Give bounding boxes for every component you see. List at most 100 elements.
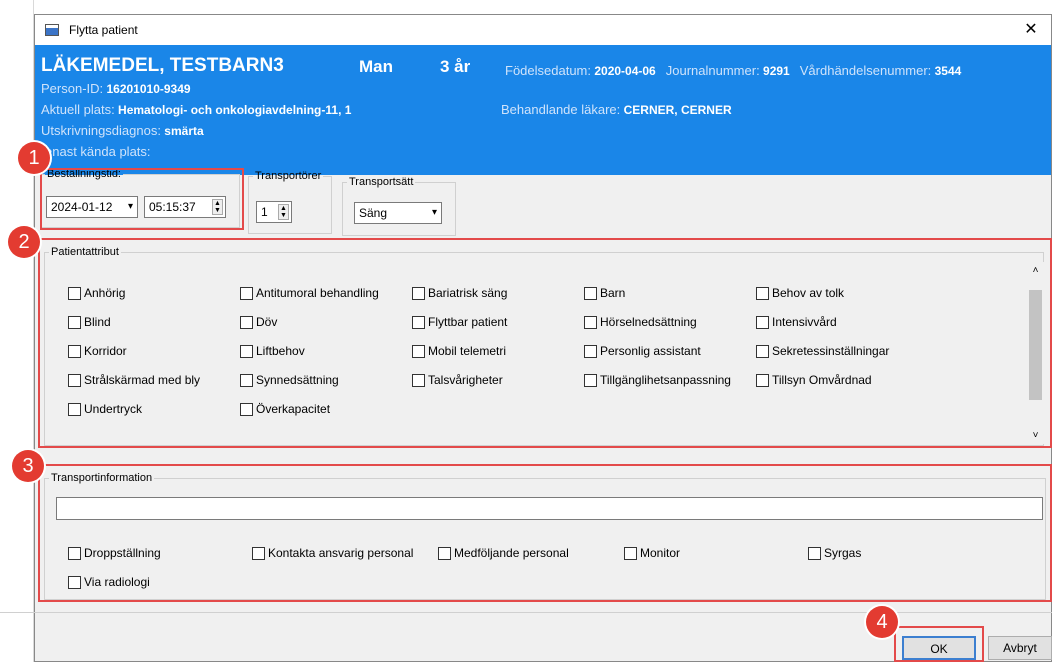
attribute-checkbox[interactable]: Mobil telemetri bbox=[412, 344, 506, 358]
attribute-checkbox[interactable]: Korridor bbox=[68, 344, 127, 358]
attribute-checkbox[interactable]: Blind bbox=[68, 315, 111, 329]
checkbox-box[interactable] bbox=[68, 575, 81, 589]
checkbox-box[interactable] bbox=[240, 344, 253, 358]
attribute-checkbox-label: Bariatrisk säng bbox=[428, 286, 508, 300]
attribute-checkbox[interactable]: Synnedsättning bbox=[240, 373, 339, 387]
checkbox-box[interactable] bbox=[584, 373, 597, 387]
diagnosis-label: Utskrivningsdiagnos: bbox=[41, 123, 161, 138]
attribute-checkbox-label: Antitumoral behandling bbox=[256, 286, 379, 300]
attribute-checkbox[interactable]: Personlig assistant bbox=[584, 344, 701, 358]
order-time-label: Beställningstid: bbox=[47, 168, 121, 180]
step-badge-3: 3 bbox=[12, 450, 44, 482]
ok-button[interactable]: OK bbox=[902, 636, 976, 660]
checkbox-box[interactable] bbox=[68, 315, 81, 329]
checkbox-box[interactable] bbox=[756, 344, 769, 358]
attribute-checkbox-label: Hörselnedsättning bbox=[600, 315, 697, 329]
patient-sex: Man bbox=[359, 57, 393, 76]
attribute-checkbox-label: Tillgänglihetsanpassning bbox=[600, 373, 731, 387]
attribute-checkbox[interactable]: Anhörig bbox=[68, 286, 125, 300]
transport-checkbox[interactable]: Medföljande personal bbox=[438, 546, 569, 560]
attribute-checkbox[interactable]: Talsvårigheter bbox=[412, 373, 503, 387]
location-label: Aktuell plats: bbox=[41, 102, 115, 117]
attribute-checkbox[interactable]: Antitumoral behandling bbox=[240, 286, 379, 300]
transport-checkbox-label: Via radiologi bbox=[84, 575, 150, 589]
attribute-checkbox-label: Korridor bbox=[84, 344, 127, 358]
attribute-checkbox[interactable]: Bariatrisk säng bbox=[412, 286, 507, 300]
checkbox-box[interactable] bbox=[412, 344, 425, 358]
attribute-checkbox[interactable]: Undertryck bbox=[68, 402, 142, 416]
transport-checkbox[interactable]: Monitor bbox=[624, 546, 680, 560]
transport-mode-select[interactable]: Säng ▾ bbox=[354, 202, 442, 224]
transport-checkbox-label: Medföljande personal bbox=[454, 546, 569, 560]
checkbox-box[interactable] bbox=[756, 315, 769, 329]
attribute-checkbox[interactable]: Liftbehov bbox=[240, 344, 305, 358]
pid-row: Person-ID: 16201010-9349 bbox=[41, 81, 191, 96]
attributes-scrollbar[interactable]: ˄ ˅ bbox=[1027, 262, 1044, 444]
birth-value: 2020-04-06 bbox=[594, 64, 656, 78]
checkbox-box[interactable] bbox=[68, 373, 81, 387]
attribute-checkbox[interactable]: Behov av tolk bbox=[756, 286, 844, 300]
chevron-down-icon[interactable]: ▾ bbox=[432, 203, 437, 223]
step-badge-2: 2 bbox=[8, 226, 40, 258]
attribute-checkbox-label: Undertryck bbox=[84, 402, 143, 416]
checkbox-box[interactable] bbox=[624, 546, 637, 560]
doctor-row: Behandlande läkare: CERNER, CERNER bbox=[501, 102, 732, 117]
checkbox-box[interactable] bbox=[756, 286, 769, 300]
scroll-thumb[interactable] bbox=[1029, 290, 1042, 400]
checkbox-box[interactable] bbox=[412, 286, 425, 300]
transport-info-label: Transportinformation bbox=[51, 472, 153, 484]
attribute-checkbox-label: Blind bbox=[84, 315, 111, 329]
checkbox-box[interactable] bbox=[756, 373, 769, 387]
checkbox-box[interactable] bbox=[240, 286, 253, 300]
transport-checkbox[interactable]: Syrgas bbox=[808, 546, 861, 560]
cancel-button[interactable]: Avbryt bbox=[988, 636, 1052, 660]
attribute-checkbox[interactable]: Överkapacitet bbox=[240, 402, 330, 416]
scroll-up-icon[interactable]: ˄ bbox=[1027, 262, 1044, 279]
transport-checkbox[interactable]: Droppställning bbox=[68, 546, 161, 560]
checkbox-box[interactable] bbox=[438, 546, 451, 560]
spin-updown-icon[interactable]: ▲ ▼ bbox=[278, 204, 289, 220]
checkbox-box[interactable] bbox=[240, 315, 253, 329]
checkbox-box[interactable] bbox=[584, 344, 597, 358]
checkbox-box[interactable] bbox=[808, 546, 821, 560]
attribute-checkbox[interactable]: Sekretessinställningar bbox=[756, 344, 889, 358]
transport-checkbox[interactable]: Kontakta ansvarig personal bbox=[252, 546, 413, 560]
order-date-picker[interactable]: 2024-01-12 ▾ bbox=[46, 196, 138, 218]
attribute-checkbox[interactable]: Tillgänglihetsanpassning bbox=[584, 373, 731, 387]
transporters-stepper[interactable]: 1 ▲ ▼ bbox=[256, 201, 292, 223]
order-time-value: 05:15:37 bbox=[149, 200, 196, 214]
checkbox-box[interactable] bbox=[68, 344, 81, 358]
journal-value: 9291 bbox=[763, 64, 790, 78]
spin-updown-icon[interactable]: ▲ ▼ bbox=[212, 199, 223, 215]
checkbox-box[interactable] bbox=[68, 402, 81, 416]
checkbox-box[interactable] bbox=[412, 373, 425, 387]
attribute-checkbox[interactable]: Döv bbox=[240, 315, 277, 329]
scroll-down-icon[interactable]: ˅ bbox=[1027, 427, 1044, 444]
checkbox-box[interactable] bbox=[412, 315, 425, 329]
checkbox-box[interactable] bbox=[68, 546, 81, 560]
order-time-stepper[interactable]: 05:15:37 ▲ ▼ bbox=[144, 196, 226, 218]
patient-ids: Födelsedatum: 2020-04-06 Journalnummer: … bbox=[505, 63, 961, 78]
checkbox-box[interactable] bbox=[584, 286, 597, 300]
checkbox-box[interactable] bbox=[240, 402, 253, 416]
transport-checkbox[interactable]: Via radiologi bbox=[68, 575, 150, 589]
chevron-down-icon[interactable]: ▾ bbox=[128, 197, 133, 217]
app-window-icon bbox=[45, 24, 59, 36]
checkbox-box[interactable] bbox=[584, 315, 597, 329]
attribute-checkbox[interactable]: Intensivvård bbox=[756, 315, 837, 329]
window-title: Flytta patient bbox=[69, 23, 138, 37]
checkbox-box[interactable] bbox=[252, 546, 265, 560]
attribute-checkbox[interactable]: Flyttbar patient bbox=[412, 315, 507, 329]
transporters-value: 1 bbox=[261, 205, 268, 219]
attribute-checkbox-label: Döv bbox=[256, 315, 278, 329]
patient-banner: LÄKEMEDEL, TESTBARN3 Man 3 år Födelsedat… bbox=[35, 45, 1051, 175]
attribute-checkbox[interactable]: Strålskärmad med bly bbox=[68, 373, 200, 387]
checkbox-box[interactable] bbox=[240, 373, 253, 387]
transport-info-input[interactable] bbox=[56, 497, 1043, 520]
close-icon[interactable]: ✕ bbox=[1011, 15, 1051, 45]
attribute-checkbox[interactable]: Barn bbox=[584, 286, 625, 300]
attribute-checkbox[interactable]: Tillsyn Omvårdnad bbox=[756, 373, 872, 387]
checkbox-box[interactable] bbox=[68, 286, 81, 300]
attribute-checkbox[interactable]: Hörselnedsättning bbox=[584, 315, 697, 329]
journal-label: Journalnummer: bbox=[665, 63, 760, 78]
